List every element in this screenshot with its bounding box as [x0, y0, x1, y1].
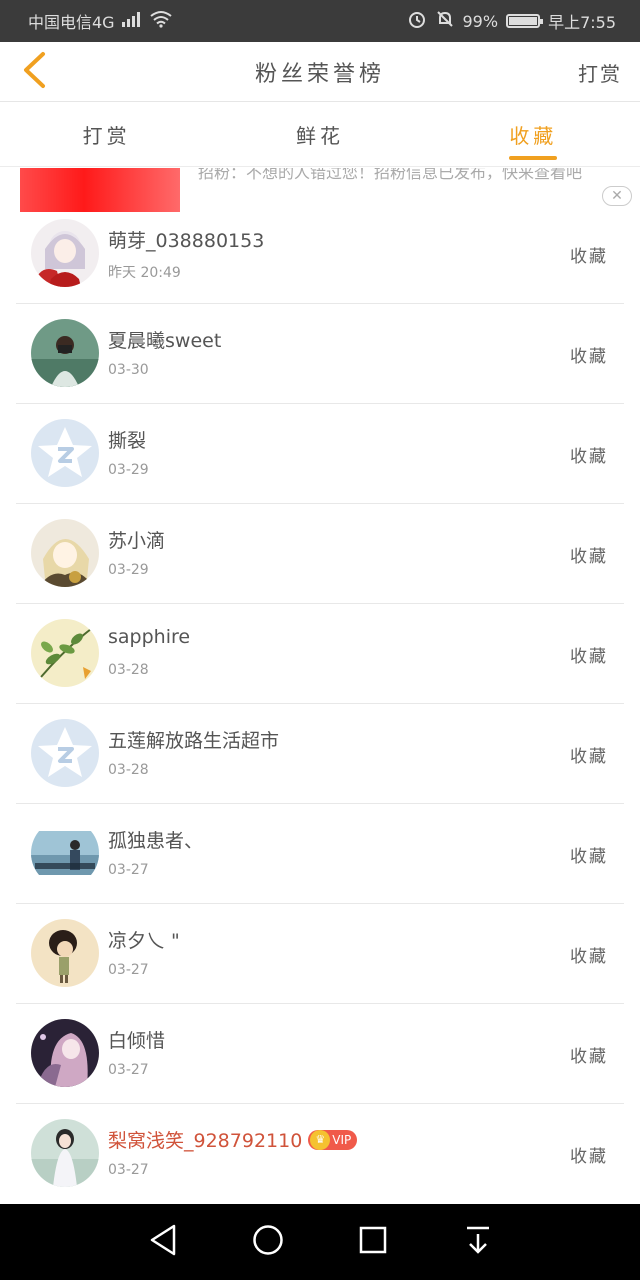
list-item[interactable]: 梨窝浅笑_928792110 ♛ VIP 03-27 收藏 — [0, 1104, 640, 1204]
fan-name: 萌芽_038880153 — [108, 230, 265, 252]
circle-home-icon — [252, 1224, 284, 1260]
nav-home-button[interactable] — [243, 1217, 293, 1267]
fan-date: 昨天 20:49 — [108, 265, 181, 281]
avatar[interactable] — [31, 819, 99, 887]
fan-action: 收藏 — [570, 447, 608, 467]
fan-action: 收藏 — [570, 747, 608, 767]
crown-icon: ♛ — [310, 1129, 331, 1150]
avatar[interactable] — [31, 1019, 99, 1087]
fan-action: 收藏 — [570, 947, 608, 967]
nav-notification-button[interactable] — [453, 1217, 503, 1267]
tab-flowers[interactable]: 鲜花 — [213, 103, 426, 166]
ad-text[interactable]: 招粉：不想的人错过您！招粉信息已发布，快来查看吧 — [198, 168, 618, 184]
avatar[interactable] — [31, 419, 99, 487]
fan-action: 收藏 — [570, 547, 608, 567]
alarm-icon — [407, 9, 427, 33]
close-ad-button[interactable]: ✕ — [602, 186, 632, 206]
wifi-icon — [149, 10, 173, 32]
clock: 早上7:55 — [548, 13, 616, 32]
header: 粉丝荣誉榜 打赏 — [0, 42, 640, 102]
page-title: 粉丝荣誉榜 — [254, 61, 385, 87]
close-icon: ✕ — [611, 188, 623, 204]
fan-name: 夏晨曦sweet — [108, 330, 222, 352]
battery-icon — [506, 14, 544, 28]
status-bar: 中国电信4G 99% 早上7:55 — [0, 0, 640, 42]
fan-name: 苏小滴 — [108, 530, 166, 552]
battery-fill — [509, 17, 537, 25]
fan-date: 03-29 — [108, 462, 149, 478]
avatar[interactable] — [31, 919, 99, 987]
fan-date: 03-27 — [108, 862, 149, 878]
fan-date: 03-28 — [108, 662, 149, 678]
reward-header-button[interactable]: 打赏 — [578, 58, 622, 87]
status-right: 99% 早上7:55 — [407, 9, 616, 33]
list-item[interactable]: 孤独患者、 03-27 收藏 — [0, 804, 640, 904]
list-item[interactable]: 苏小滴 03-29 收藏 — [0, 504, 640, 604]
fan-name: 五莲解放路生活超市 — [108, 730, 280, 752]
avatar[interactable] — [31, 719, 99, 787]
tab-bar: 打赏 鲜花 收藏 — [0, 103, 640, 167]
signal-icon — [121, 11, 143, 31]
avatar[interactable] — [31, 519, 99, 587]
list-item[interactable]: 五莲解放路生活超市 03-28 收藏 — [0, 704, 640, 804]
nav-back-button[interactable] — [138, 1217, 188, 1267]
fan-name: 梨窝浅笑_928792110 ♛ VIP — [108, 1126, 358, 1153]
fan-date: 03-30 — [108, 362, 149, 378]
nav-recents-button[interactable] — [348, 1217, 398, 1267]
list-item[interactable]: 撕裂 03-29 收藏 — [0, 404, 640, 504]
fan-action: 收藏 — [570, 1047, 608, 1067]
avatar[interactable] — [31, 319, 99, 387]
fan-date: 03-27 — [108, 1162, 149, 1178]
back-button[interactable] — [14, 50, 54, 94]
avatar[interactable] — [31, 219, 99, 287]
fan-name: 凉夕乀 " — [108, 930, 180, 952]
list-item[interactable]: 夏晨曦sweet 03-30 收藏 — [0, 304, 640, 404]
triangle-back-icon — [148, 1223, 178, 1261]
list-item[interactable]: 萌芽_038880153 昨天 20:49 收藏 — [0, 204, 640, 304]
list-item[interactable]: sapphire 03-28 收藏 — [0, 604, 640, 704]
navigation-bar — [0, 1204, 640, 1280]
avatar[interactable] — [31, 1119, 99, 1187]
fan-action: 收藏 — [570, 847, 608, 867]
battery-percent: 99% — [462, 11, 499, 31]
chevron-left-icon — [21, 51, 47, 93]
fan-action: 收藏 — [570, 247, 608, 267]
list-item[interactable]: 白倾惜 03-27 收藏 — [0, 1004, 640, 1104]
status-left: 中国电信4G — [28, 9, 173, 33]
list-item[interactable]: 凉夕乀 " 03-27 收藏 — [0, 904, 640, 1004]
fan-date: 03-27 — [108, 1062, 149, 1078]
fan-action: 收藏 — [570, 347, 608, 367]
tab-reward[interactable]: 打赏 — [0, 103, 213, 166]
fan-name: 撕裂 — [108, 430, 147, 452]
pull-down-icon — [463, 1224, 493, 1260]
carrier-label: 中国电信4G — [28, 13, 115, 32]
fan-date: 03-27 — [108, 962, 149, 978]
tab-favorites[interactable]: 收藏 — [427, 103, 640, 166]
avatar[interactable] — [31, 619, 99, 687]
mute-bell-icon — [435, 9, 455, 33]
vip-badge: ♛ VIP — [308, 1129, 358, 1150]
fan-name: sapphire — [108, 626, 191, 648]
fan-name: 孤独患者、 — [108, 830, 204, 852]
fan-action: 收藏 — [570, 647, 608, 667]
fan-date: 03-28 — [108, 762, 149, 778]
fan-name: 白倾惜 — [108, 1030, 166, 1052]
fan-action: 收藏 — [570, 1147, 608, 1167]
fan-date: 03-29 — [108, 562, 149, 578]
square-recents-icon — [358, 1225, 388, 1259]
